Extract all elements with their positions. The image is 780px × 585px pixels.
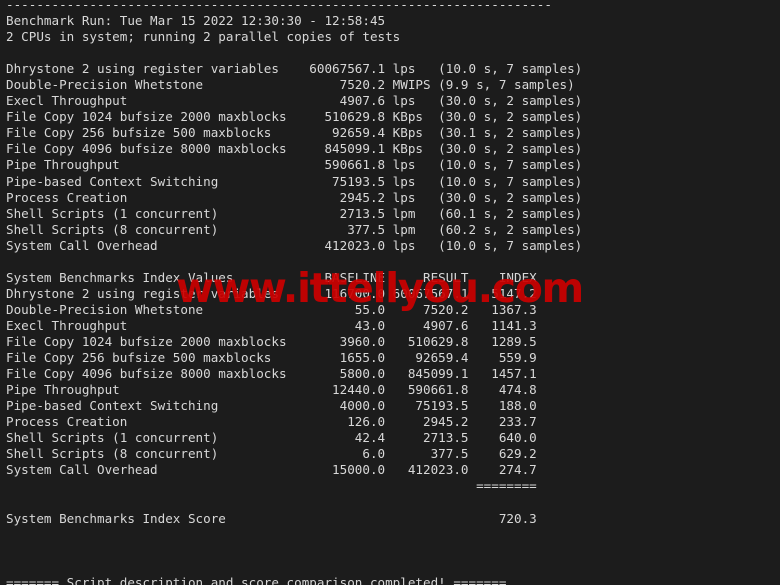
raw-result-row: Pipe Throughput 590661.8 lps (10.0 s, 7 …	[6, 157, 583, 173]
raw-result-row: Pipe-based Context Switching 75193.5 lps…	[6, 173, 583, 189]
index-table-row: Pipe Throughput 12440.0 590661.8 474.8	[6, 382, 537, 398]
index-table-row: Shell Scripts (1 concurrent) 42.4 2713.5…	[6, 430, 537, 446]
index-table-row: Execl Throughput 43.0 4907.6 1141.3	[6, 317, 537, 333]
cpu-info-line: 2 CPUs in system; running 2 parallel cop…	[6, 29, 401, 45]
raw-result-row: File Copy 4096 bufsize 8000 maxblocks 84…	[6, 141, 583, 157]
index-table-row: File Copy 256 bufsize 500 maxblocks 1655…	[6, 350, 537, 366]
index-table-header: System Benchmarks Index Values BASELINE …	[6, 269, 537, 285]
header-rule: ----------------------------------------…	[6, 0, 552, 12]
index-table-row: Shell Scripts (8 concurrent) 6.0 377.5 6…	[6, 446, 537, 462]
raw-result-row: System Call Overhead 412023.0 lps (10.0 …	[6, 237, 583, 253]
index-table-row: Dhrystone 2 using register variables 116…	[6, 285, 537, 301]
raw-result-row: Dhrystone 2 using register variables 600…	[6, 61, 583, 77]
completion-message: ======= Script description and score com…	[6, 574, 507, 585]
index-table-row: File Copy 1024 bufsize 2000 maxblocks 39…	[6, 333, 537, 349]
index-table-row: File Copy 4096 bufsize 8000 maxblocks 58…	[6, 366, 537, 382]
raw-result-row: Execl Throughput 4907.6 lps (30.0 s, 2 s…	[6, 93, 583, 109]
terminal-window: ----------------------------------------…	[0, 0, 780, 585]
index-table-row: Double-Precision Whetstone 55.0 7520.2 1…	[6, 301, 537, 317]
raw-result-row: Shell Scripts (8 concurrent) 377.5 lpm (…	[6, 221, 583, 237]
raw-result-row: Shell Scripts (1 concurrent) 2713.5 lpm …	[6, 205, 583, 221]
index-table-row: Pipe-based Context Switching 4000.0 7519…	[6, 398, 537, 414]
index-score-separator: ========	[6, 478, 537, 494]
raw-result-row: File Copy 1024 bufsize 2000 maxblocks 51…	[6, 109, 583, 125]
index-score-line: System Benchmarks Index Score 720.3	[6, 510, 537, 526]
terminal-screen-text: ----------------------------------------…	[6, 0, 582, 585]
raw-result-row: Double-Precision Whetstone 7520.2 MWIPS …	[6, 77, 575, 93]
benchmark-run-line: Benchmark Run: Tue Mar 15 2022 12:30:30 …	[6, 13, 386, 29]
raw-result-row: File Copy 256 bufsize 500 maxblocks 9265…	[6, 125, 583, 141]
raw-result-row: Process Creation 2945.2 lps (30.0 s, 2 s…	[6, 189, 583, 205]
index-table-row: System Call Overhead 15000.0 412023.0 27…	[6, 462, 537, 478]
index-table-row: Process Creation 126.0 2945.2 233.7	[6, 414, 537, 430]
